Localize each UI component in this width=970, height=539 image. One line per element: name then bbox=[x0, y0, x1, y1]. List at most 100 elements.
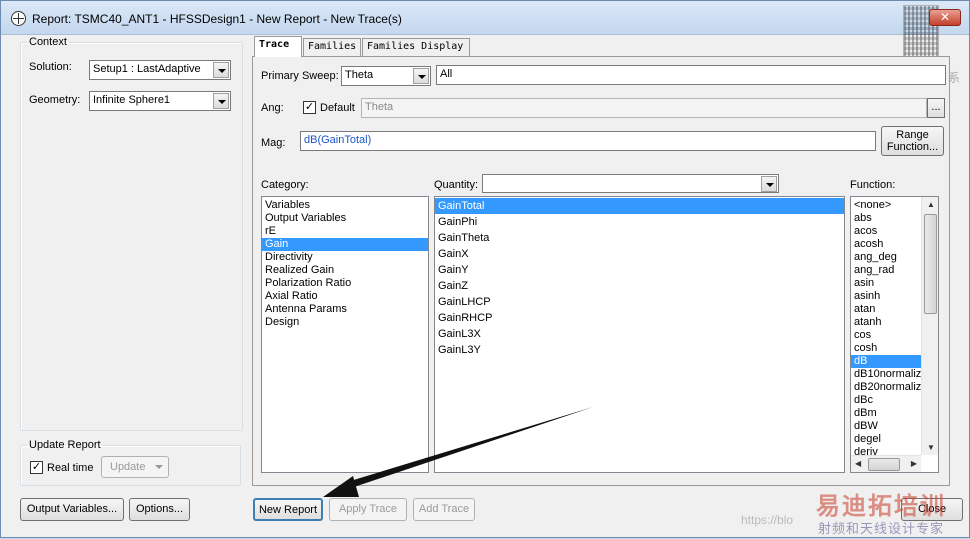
geometry-label: Geometry: bbox=[29, 94, 81, 106]
chevron-down-icon[interactable] bbox=[761, 176, 777, 192]
function-list-item[interactable]: dB20normalize bbox=[851, 381, 927, 394]
chevron-down-icon bbox=[155, 465, 163, 469]
watermark-slogan: 射频和天线设计专家 bbox=[818, 522, 945, 537]
tab-families-display[interactable]: Families Display bbox=[362, 38, 470, 56]
category-list-item[interactable]: Gain bbox=[262, 238, 428, 251]
quantity-list-item[interactable]: GainLHCP bbox=[435, 294, 844, 310]
function-list-item[interactable]: cosh bbox=[851, 342, 921, 355]
solution-dropdown[interactable]: Setup1 : LastAdaptive bbox=[89, 60, 231, 80]
category-list-item[interactable]: Polarization Ratio bbox=[262, 277, 428, 290]
function-list-item[interactable]: dBW bbox=[851, 420, 921, 433]
chevron-down-icon[interactable] bbox=[413, 68, 429, 84]
function-list-item[interactable]: acos bbox=[851, 225, 921, 238]
scroll-right-icon[interactable]: ▶ bbox=[911, 459, 917, 468]
scroll-down-icon[interactable]: ▼ bbox=[927, 443, 935, 452]
function-list-item[interactable]: <none> bbox=[851, 199, 921, 212]
real-time-checkbox[interactable]: ✓ bbox=[30, 461, 43, 474]
chevron-down-icon[interactable] bbox=[213, 62, 229, 78]
window-close-button[interactable]: ✕ bbox=[929, 9, 961, 26]
ang-field[interactable]: Theta bbox=[361, 98, 927, 118]
scroll-thumb[interactable] bbox=[924, 214, 937, 314]
quantity-list-item[interactable]: GainY bbox=[435, 262, 844, 278]
quantity-list-item[interactable]: GainTotal bbox=[435, 198, 844, 214]
range-function-button[interactable]: Range Function... bbox=[881, 126, 944, 156]
output-variables-button[interactable]: Output Variables... bbox=[20, 498, 124, 521]
scroll-up-icon[interactable]: ▲ bbox=[927, 200, 935, 209]
primary-sweep-range-field[interactable]: All bbox=[436, 65, 946, 85]
chevron-down-icon[interactable] bbox=[213, 93, 229, 109]
mag-field[interactable]: dB(GainTotal) bbox=[300, 131, 876, 151]
category-list-item[interactable]: rE bbox=[262, 225, 428, 238]
update-button-label: Update bbox=[110, 461, 146, 473]
ang-label: Ang: bbox=[261, 102, 284, 114]
update-button[interactable]: Update bbox=[101, 456, 169, 478]
function-list-item[interactable]: asinh bbox=[851, 290, 921, 303]
context-legend: Context bbox=[29, 36, 67, 48]
quantity-list-item[interactable]: GainL3X bbox=[435, 326, 844, 342]
default-checkbox[interactable]: ✓ bbox=[303, 101, 316, 114]
geometry-value: Infinite Sphere1 bbox=[93, 94, 171, 106]
function-list-item[interactable]: atan bbox=[851, 303, 921, 316]
range-function-label-line2: Function... bbox=[886, 141, 939, 153]
quantity-filter-dropdown[interactable] bbox=[482, 174, 779, 193]
app-icon bbox=[11, 11, 26, 26]
category-list-item[interactable]: Realized Gain bbox=[262, 264, 428, 277]
function-list-item[interactable]: atanh bbox=[851, 316, 921, 329]
tab-families[interactable]: Families bbox=[303, 38, 361, 56]
update-report-legend: Update Report bbox=[29, 439, 101, 451]
quantity-list-item[interactable]: GainPhi bbox=[435, 214, 844, 230]
function-list-item[interactable]: ang_rad bbox=[851, 264, 921, 277]
new-report-button[interactable]: New Report bbox=[253, 498, 323, 521]
category-list-item[interactable]: Design bbox=[262, 316, 428, 329]
quantity-list-item[interactable]: GainX bbox=[435, 246, 844, 262]
category-list-item[interactable]: Output Variables bbox=[262, 212, 428, 225]
solution-label: Solution: bbox=[29, 61, 72, 73]
function-list-item[interactable]: acosh bbox=[851, 238, 921, 251]
window-title: Report: TSMC40_ANT1 - HFSSDesign1 - New … bbox=[32, 12, 402, 26]
quantity-list[interactable]: GainTotal GainPhi GainTheta GainX GainY GainZ… bbox=[434, 196, 845, 473]
solution-value: Setup1 : LastAdaptive bbox=[93, 63, 201, 75]
function-list-item[interactable]: dBc bbox=[851, 394, 921, 407]
function-list-item[interactable]: asin bbox=[851, 277, 921, 290]
apply-trace-button[interactable]: Apply Trace bbox=[329, 498, 407, 521]
category-list[interactable]: Variables Output Variables rE Gain Directivi… bbox=[261, 196, 429, 473]
function-vertical-scrollbar[interactable]: ▲ ▼ bbox=[921, 197, 938, 455]
scroll-left-icon[interactable]: ◀ bbox=[855, 459, 861, 468]
add-trace-button[interactable]: Add Trace bbox=[413, 498, 475, 521]
function-list-item[interactable]: dBm bbox=[851, 407, 921, 420]
function-list-item[interactable]: abs bbox=[851, 212, 921, 225]
quantity-list-item[interactable]: GainL3Y bbox=[435, 342, 844, 358]
watermark-url: https://blo bbox=[741, 513, 794, 527]
options-button[interactable]: Options... bbox=[129, 498, 190, 521]
watermark-brand: 易迪拓培训 bbox=[816, 492, 946, 520]
primary-sweep-value: Theta bbox=[345, 69, 374, 81]
function-list-item[interactable]: ang_deg bbox=[851, 251, 921, 264]
category-list-item[interactable]: Directivity bbox=[262, 251, 428, 264]
tab-trace[interactable]: Trace bbox=[254, 36, 302, 57]
primary-sweep-dropdown[interactable]: Theta bbox=[341, 66, 431, 86]
category-list-item[interactable]: Antenna Params bbox=[262, 303, 428, 316]
scroll-thumb[interactable] bbox=[868, 458, 900, 471]
function-list[interactable]: <none> abs acos acosh ang_deg ang_rad asin asin… bbox=[850, 196, 939, 473]
quantity-label: Quantity: bbox=[434, 179, 479, 191]
function-list-item[interactable]: degel bbox=[851, 433, 921, 446]
quantity-list-item[interactable]: GainZ bbox=[435, 278, 844, 294]
report-dialog: Report: TSMC40_ANT1 - HFSSDesign1 - New … bbox=[0, 0, 970, 538]
function-horizontal-scrollbar[interactable]: ◀ ▶ bbox=[851, 455, 921, 472]
ang-browse-button[interactable]: ... bbox=[927, 98, 945, 118]
real-time-label: Real time bbox=[47, 462, 94, 474]
quantity-list-item[interactable]: GainTheta bbox=[435, 230, 844, 246]
default-label: Default bbox=[320, 102, 355, 114]
category-list-item[interactable]: Variables bbox=[262, 199, 428, 212]
geometry-dropdown[interactable]: Infinite Sphere1 bbox=[89, 91, 231, 111]
category-list-item[interactable]: Axial Ratio bbox=[262, 290, 428, 303]
function-list-item[interactable]: dB10normalize bbox=[851, 368, 927, 381]
function-list-item[interactable]: dB bbox=[851, 355, 921, 368]
function-list-item[interactable]: cos bbox=[851, 329, 921, 342]
title-bar[interactable]: Report: TSMC40_ANT1 - HFSSDesign1 - New … bbox=[1, 1, 969, 61]
primary-sweep-label: Primary Sweep: bbox=[261, 70, 339, 82]
mag-label: Mag: bbox=[261, 137, 286, 149]
function-label: Function: bbox=[850, 179, 896, 191]
quantity-list-item[interactable]: GainRHCP bbox=[435, 310, 844, 326]
range-function-label-line1: Range bbox=[896, 129, 929, 141]
